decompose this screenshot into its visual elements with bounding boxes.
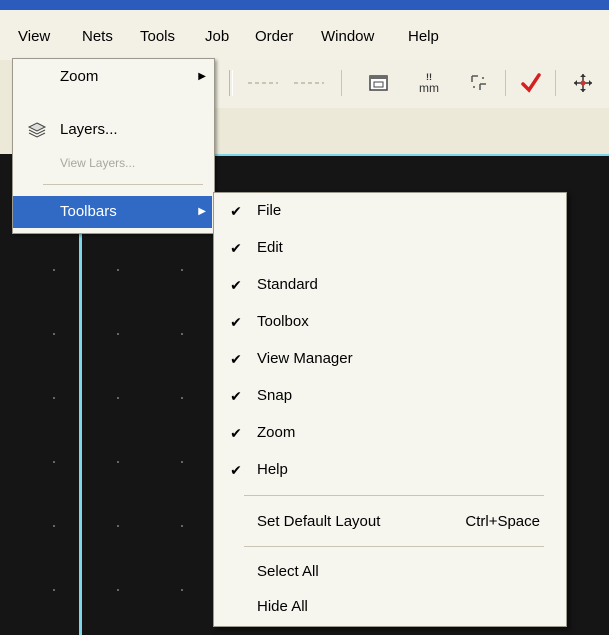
grid-icon[interactable] — [463, 68, 495, 98]
check-icon: ✔ — [230, 462, 242, 478]
select-all[interactable]: Select All — [214, 554, 564, 590]
menu-separator — [244, 495, 544, 496]
board-outline-top — [213, 154, 609, 156]
set-default-layout[interactable]: Set Default Layout Ctrl+Space — [214, 504, 564, 540]
view-menu-layers[interactable]: Layers... — [13, 114, 212, 146]
toolbar-separator — [505, 70, 506, 96]
toolbar-toggle-view-manager[interactable]: ✔ View Manager — [214, 341, 564, 377]
toolbar-toggle-standard[interactable]: ✔ Standard — [214, 267, 564, 303]
menu-tools[interactable]: Tools — [140, 27, 175, 47]
menu-nets[interactable]: Nets — [82, 27, 113, 47]
toolbar-dock-area — [213, 108, 609, 154]
menu-order[interactable]: Order — [255, 27, 293, 47]
window-title-strip — [0, 0, 609, 10]
mm-units-icon[interactable]: !! mm — [413, 68, 445, 98]
hide-all[interactable]: Hide All — [214, 589, 564, 625]
view-menu-view-layers: View Layers... — [60, 156, 136, 170]
toolbar-toggle-help[interactable]: ✔ Help — [214, 452, 564, 488]
toolbars-submenu: ✔ File ✔ Edit ✔ Standard ✔ Toolbox ✔ Vie… — [213, 192, 567, 627]
menu-job[interactable]: Job — [205, 27, 229, 47]
submenu-arrow-icon: ▶ — [198, 71, 206, 82]
menu-separator — [43, 184, 203, 185]
check-icon[interactable] — [515, 68, 547, 98]
submenu-arrow-icon: ▶ — [198, 206, 206, 217]
view-menu-dropdown: Zoom ▶ Layers... View Layers... Toolbars… — [12, 58, 215, 234]
properties-icon[interactable] — [363, 68, 395, 98]
undo-disabled-icon — [243, 68, 283, 98]
menu-window[interactable]: Window — [321, 27, 374, 47]
check-icon: ✔ — [230, 277, 242, 293]
main-toolbar: !! mm — [213, 60, 609, 109]
view-menu-toolbars[interactable]: Toolbars ▶ — [13, 196, 212, 228]
menu-help[interactable]: Help — [408, 27, 439, 47]
view-menu-zoom[interactable]: Zoom ▶ — [13, 61, 212, 93]
check-icon: ✔ — [230, 351, 242, 367]
menu-bar: View Nets Tools Job Order Window Help — [0, 10, 609, 60]
toolbar-toggle-edit[interactable]: ✔ Edit — [214, 230, 564, 266]
check-icon: ✔ — [230, 425, 242, 441]
toolbar-toggle-toolbox[interactable]: ✔ Toolbox — [214, 304, 564, 340]
toolbar-toggle-file[interactable]: ✔ File — [214, 193, 564, 229]
toolbar-separator — [341, 70, 342, 96]
check-icon: ✔ — [230, 314, 242, 330]
check-icon: ✔ — [230, 240, 242, 256]
menu-separator — [244, 546, 544, 547]
check-icon: ✔ — [230, 388, 242, 404]
toolbar-separator — [555, 70, 556, 96]
toolbar-toggle-snap[interactable]: ✔ Snap — [214, 378, 564, 414]
redo-disabled-icon — [289, 68, 329, 98]
menu-view[interactable]: View — [18, 27, 50, 47]
mm-label: mm — [419, 81, 439, 95]
check-icon: ✔ — [230, 203, 242, 219]
toolbar-toggle-zoom[interactable]: ✔ Zoom — [214, 415, 564, 451]
move-icon[interactable] — [567, 68, 599, 98]
toolbar-grip[interactable] — [229, 70, 233, 96]
shortcut-label: Ctrl+Space — [465, 513, 540, 530]
